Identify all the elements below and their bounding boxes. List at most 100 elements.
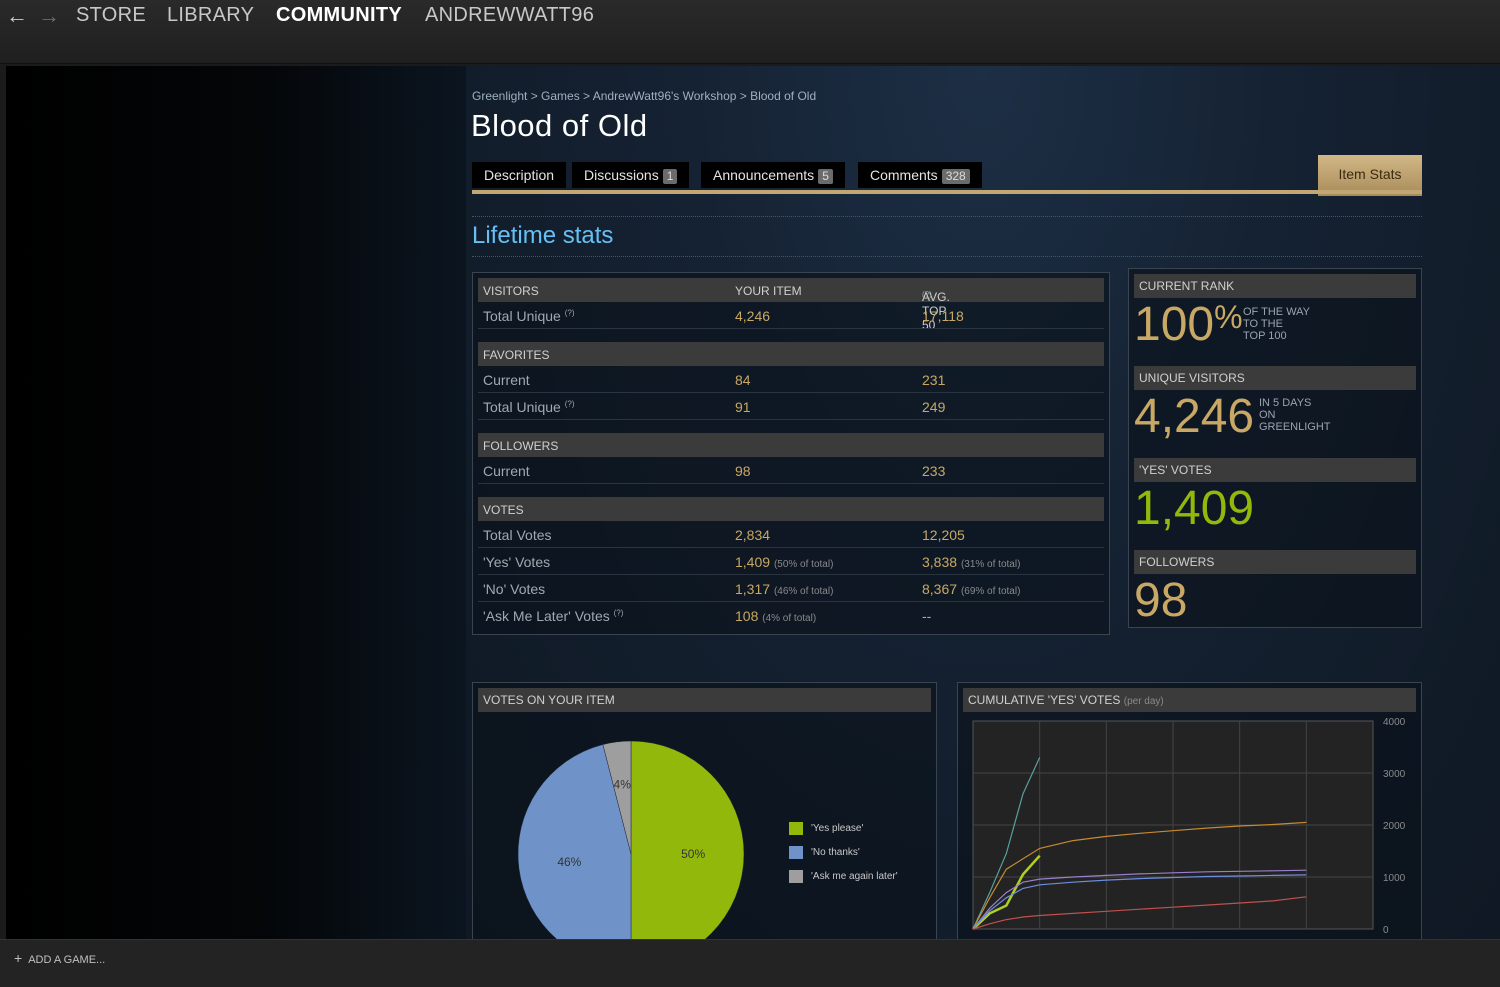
rank-note-line: TO THE bbox=[1243, 318, 1283, 330]
legend-item: 'No thanks' bbox=[789, 846, 860, 859]
nav-profile[interactable]: ANDREWWATT96 bbox=[425, 4, 594, 27]
row-label: Total Unique bbox=[483, 308, 561, 324]
your-value: 1,317 bbox=[735, 581, 771, 597]
tab-comments[interactable]: Comments 328 bbox=[858, 162, 982, 188]
visitors-header: VISITORS YOUR ITEM AVG. TOP 50 (?) bbox=[478, 278, 1104, 332]
left-sidebar-area bbox=[6, 66, 466, 939]
visitors-header-label: VISITORS bbox=[483, 284, 539, 298]
pie-slice bbox=[630, 740, 745, 939]
avg-value: 249 bbox=[922, 399, 946, 415]
avg-value: 12,205 bbox=[922, 527, 965, 543]
announcements-count-badge: 5 bbox=[818, 169, 833, 184]
row-label: 'No' Votes bbox=[483, 581, 546, 597]
row-label: Current bbox=[483, 463, 530, 479]
divider bbox=[472, 216, 1422, 217]
col-your-item: YOUR ITEM bbox=[735, 284, 802, 298]
votes-header: VOTES bbox=[478, 497, 1104, 521]
bottom-bar: + ADD A GAME... bbox=[0, 939, 1500, 987]
y-tick-label: 4000 bbox=[1383, 717, 1406, 728]
help-icon[interactable]: (?) bbox=[565, 308, 575, 317]
legend-label: 'Yes please' bbox=[811, 823, 864, 835]
line-chart: 4000 3000 2000 1000 0 bbox=[972, 717, 1406, 936]
avg-value: -- bbox=[922, 608, 932, 624]
legend-label: 'Ask me again later' bbox=[811, 871, 898, 883]
table-row: Total Votes 2,834 12,205 bbox=[478, 522, 1104, 548]
followers-value: 98 bbox=[1134, 574, 1188, 627]
legend-item: 'Yes please' bbox=[789, 822, 863, 835]
nav-library[interactable]: LIBRARY bbox=[167, 4, 254, 27]
avg-pct: (31% of total) bbox=[960, 559, 1021, 570]
row-label: Current bbox=[483, 372, 530, 388]
votes-pie-panel: VOTES ON YOUR ITEM 50% 46% 4% 'Yes please'… bbox=[472, 682, 937, 939]
rank-note-line: TOP 100 bbox=[1243, 330, 1287, 342]
avg-value: 3,838 bbox=[922, 554, 958, 570]
row-label: 'Yes' Votes bbox=[483, 554, 551, 570]
visitors-note-line: IN 5 DAYS bbox=[1259, 397, 1312, 409]
avg-value: 8,367 bbox=[922, 581, 958, 597]
avg-value: 231 bbox=[922, 372, 946, 388]
comments-count-badge: 328 bbox=[941, 169, 970, 184]
followers-header-label: FOLLOWERS bbox=[483, 439, 559, 453]
help-icon[interactable]: (?) bbox=[922, 290, 932, 299]
rank-number: 100 bbox=[1134, 298, 1215, 351]
nav-store[interactable]: STORE bbox=[76, 4, 146, 27]
followers-header: FOLLOWERS bbox=[1134, 550, 1416, 574]
table-row: 'Ask Me Later' Votes (?) 108 (4% of total… bbox=[478, 603, 1104, 629]
y-tick-label: 0 bbox=[1383, 925, 1389, 936]
table-row: Current 98 233 bbox=[478, 458, 1104, 484]
stats-table: VISITORS YOUR ITEM AVG. TOP 50 (?) Total… bbox=[472, 272, 1110, 635]
legend-label: 'No thanks' bbox=[811, 847, 860, 859]
pie-slice-label: 50% bbox=[681, 847, 705, 861]
your-value: 1,409 bbox=[735, 554, 771, 570]
top-nav: ← → STORE LIBRARY COMMUNITY ANDREWWATT96 bbox=[0, 0, 1500, 64]
tab-description-label: Description bbox=[484, 167, 555, 183]
help-icon[interactable]: (?) bbox=[614, 608, 624, 617]
your-pct: (4% of total) bbox=[762, 613, 817, 624]
add-game-button[interactable]: + ADD A GAME... bbox=[14, 950, 105, 966]
tab-discussions-label: Discussions bbox=[584, 167, 659, 183]
table-row: Current 84 231 bbox=[478, 367, 1104, 393]
votes-header-label: VOTES bbox=[483, 503, 524, 517]
help-icon[interactable]: (?) bbox=[565, 399, 575, 408]
rank-note: OF THE WAY TO THE TOP 100 bbox=[1243, 306, 1310, 342]
rank-header: CURRENT RANK bbox=[1134, 274, 1416, 298]
tab-discussions[interactable]: Discussions 1 bbox=[572, 162, 690, 188]
avg-value: 233 bbox=[922, 463, 946, 479]
row-label: Total Unique bbox=[483, 399, 561, 415]
your-pct: (46% of total) bbox=[773, 586, 834, 597]
back-arrow-icon[interactable]: ← bbox=[6, 3, 28, 29]
tab-announcements[interactable]: Announcements 5 bbox=[701, 162, 845, 188]
cumulative-votes-panel: CUMULATIVE 'YES' VOTES (per day) 4000 300… bbox=[957, 682, 1422, 939]
avg-value: 17,118 bbox=[922, 308, 964, 324]
legend-swatch bbox=[789, 846, 803, 859]
tab-underline bbox=[472, 190, 1422, 194]
tab-description[interactable]: Description bbox=[472, 162, 567, 188]
your-value: 2,834 bbox=[735, 527, 771, 543]
yes-votes-value: 1,409 bbox=[1134, 482, 1255, 535]
y-tick-label: 1000 bbox=[1383, 873, 1406, 884]
breadcrumb[interactable]: Greenlight > Games > AndrewWatt96's Work… bbox=[472, 89, 816, 103]
forward-arrow-icon[interactable]: → bbox=[38, 3, 60, 29]
visitors-note-line: GREENLIGHT bbox=[1259, 421, 1331, 433]
legend-item: 'Ask me again later' bbox=[789, 870, 898, 883]
yes-votes-header: 'YES' VOTES bbox=[1134, 458, 1416, 482]
page-title: Blood of Old bbox=[471, 108, 648, 143]
unique-visitors-value: 4,246 bbox=[1134, 390, 1255, 443]
main-content: Greenlight > Games > AndrewWatt96's Work… bbox=[466, 66, 1500, 939]
rank-note-line: OF THE WAY bbox=[1243, 306, 1311, 318]
pie-chart: 50% 46% 4% bbox=[517, 740, 745, 939]
your-value: 91 bbox=[735, 399, 751, 415]
table-row: Total Unique (?) 91 249 bbox=[478, 394, 1104, 420]
nav-community[interactable]: COMMUNITY bbox=[276, 4, 402, 27]
summary-panel: CURRENT RANK 100% OF THE WAY TO THE TOP 10… bbox=[1128, 268, 1422, 628]
row-label: Total Votes bbox=[483, 527, 552, 543]
favorites-header-label: FAVORITES bbox=[483, 348, 550, 362]
your-value: 4,246 bbox=[735, 308, 771, 324]
rank-value: 100% bbox=[1134, 299, 1243, 351]
legend-swatch bbox=[789, 822, 803, 835]
your-value: 108 bbox=[735, 608, 759, 624]
your-pct: (50% of total) bbox=[773, 559, 834, 570]
table-row: 'No' Votes 1,317 (46% of total) 8,367 (69%… bbox=[478, 576, 1104, 602]
rank-percent-sign: % bbox=[1214, 299, 1243, 335]
divider bbox=[472, 256, 1422, 257]
